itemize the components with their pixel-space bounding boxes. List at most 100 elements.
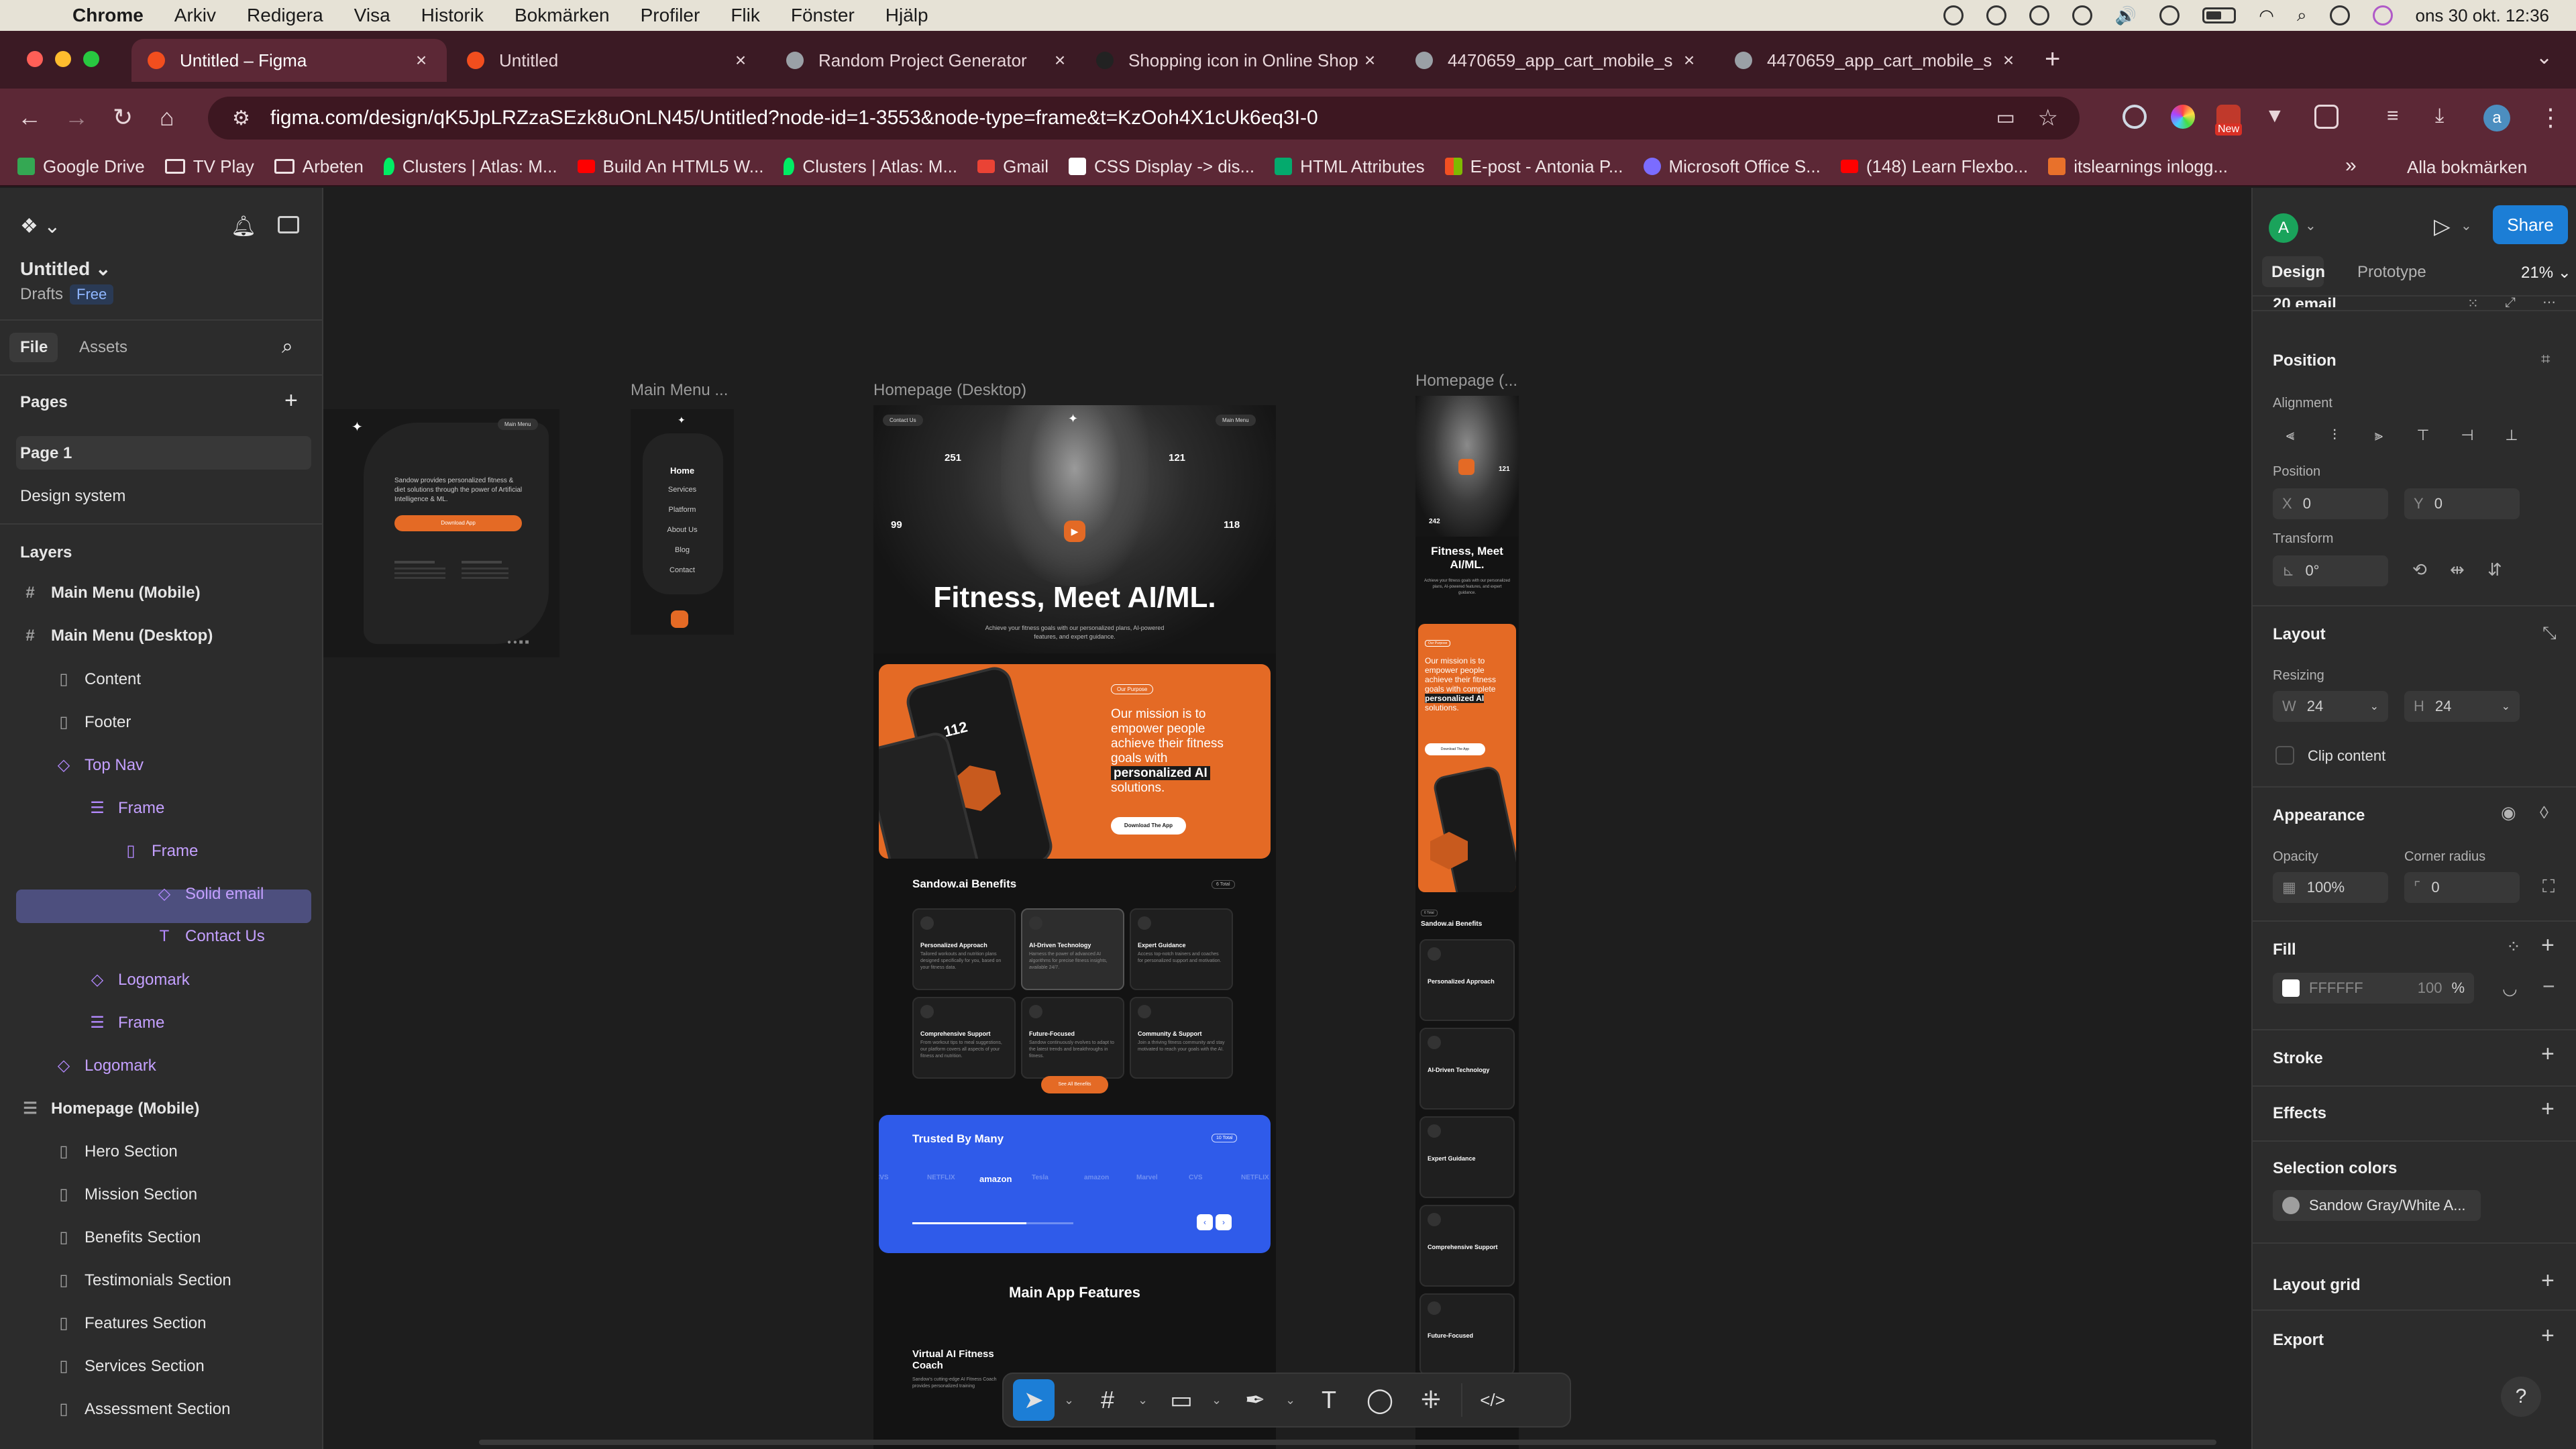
menu-arkiv[interactable]: Arkiv bbox=[174, 5, 216, 26]
corner-radius-field[interactable]: ⌜ 0 bbox=[2404, 872, 2520, 903]
x-position-field[interactable]: X0 bbox=[2273, 488, 2388, 519]
layer-row[interactable]: ▯ Services Section bbox=[54, 1356, 204, 1376]
design-canvas[interactable]: ✦ Main Menu Sandow provides personalized… bbox=[323, 188, 2251, 1449]
frame-label-homepage-desktop[interactable]: Homepage (Desktop) bbox=[873, 381, 1026, 400]
extension-circle-icon[interactable] bbox=[2123, 105, 2147, 129]
extension-v-icon[interactable]: ▼ bbox=[2265, 105, 2289, 129]
blend-mode-drop-icon[interactable]: ◊ bbox=[2540, 802, 2548, 823]
add-effect-plus-icon[interactable]: + bbox=[2541, 1096, 2555, 1122]
layer-row[interactable]: ▯ Mission Section bbox=[54, 1185, 197, 1204]
visibility-eye-icon[interactable]: ◉ bbox=[2501, 802, 2516, 823]
layer-row[interactable]: ▯ Features Section bbox=[54, 1313, 206, 1333]
frame-main-menu-mobile[interactable]: Home Services Platform About Us Blog Con… bbox=[631, 409, 734, 635]
layer-row[interactable]: ◇ Solid email bbox=[154, 884, 264, 904]
all-bookmarks-button[interactable]: Alla bokmärken bbox=[2407, 157, 2527, 178]
weather-icon[interactable] bbox=[2029, 5, 2049, 25]
frame-label-main-menu-mobile[interactable]: Main Menu ... bbox=[631, 381, 728, 400]
address-bar[interactable]: ⚙ figma.com/design/qK5JpLRZzaSEzk8uOnLN4… bbox=[208, 97, 2080, 140]
fill-swatch[interactable] bbox=[2282, 979, 2300, 997]
share-button[interactable]: Share bbox=[2493, 205, 2568, 244]
benefit-card[interactable]: Community & Support Join a thriving fitne… bbox=[1130, 997, 1233, 1079]
align-right-icon[interactable]: ⫸ bbox=[2361, 420, 2396, 451]
tab-close-icon[interactable]: × bbox=[731, 50, 750, 71]
site-settings-icon[interactable]: ⚙ bbox=[232, 107, 250, 130]
independent-corners-icon[interactable]: ⛶ bbox=[2542, 876, 2555, 898]
move-tool-chevron-icon[interactable]: ⌄ bbox=[1064, 1393, 1077, 1407]
comment-tool-icon[interactable]: ◯ bbox=[1359, 1379, 1401, 1421]
tab-close-icon[interactable]: × bbox=[412, 50, 431, 71]
tab-close-icon[interactable]: × bbox=[1051, 50, 1069, 71]
control-center-icon[interactable] bbox=[2329, 5, 2350, 25]
align-center-h-icon[interactable]: ⫶ bbox=[2317, 420, 2352, 451]
layer-row[interactable]: ▯ Frame bbox=[121, 841, 198, 861]
main-menu-pill[interactable]: Main Menu bbox=[498, 419, 538, 430]
profile-avatar[interactable]: a bbox=[2483, 105, 2510, 131]
layer-row[interactable]: ◇ Top Nav bbox=[54, 755, 144, 775]
help-question-icon[interactable]: ? bbox=[2501, 1377, 2541, 1417]
bookmark-item[interactable]: TV Play bbox=[164, 156, 254, 177]
spotlight-search-icon[interactable]: ⌕ bbox=[2297, 5, 2307, 26]
bookmark-item[interactable]: (148) Learn Flexbo... bbox=[1840, 156, 2028, 177]
download-the-app-button[interactable]: Download The App bbox=[1111, 817, 1186, 835]
fill-visibility-icon[interactable]: ◡ bbox=[2502, 978, 2518, 999]
menu-redigera[interactable]: Redigera bbox=[247, 5, 323, 26]
add-fill-plus-icon[interactable]: + bbox=[2541, 932, 2555, 959]
shape-tool-chevron-icon[interactable]: ⌄ bbox=[1212, 1393, 1225, 1407]
download-icon[interactable]: ⤓ bbox=[2435, 105, 2459, 129]
add-page-plus-icon[interactable]: + bbox=[284, 388, 298, 414]
benefit-card[interactable]: AI-Driven Technology Harness the power of… bbox=[1021, 908, 1124, 990]
bookmark-item[interactable]: Gmail bbox=[977, 156, 1049, 177]
main-menu-pill[interactable]: Main Menu bbox=[1216, 415, 1256, 426]
clip-content-checkbox[interactable] bbox=[2275, 746, 2294, 765]
layer-row[interactable]: ▯ Hero Section bbox=[54, 1142, 177, 1161]
layer-row[interactable]: T Contact Us bbox=[154, 927, 265, 946]
contact-us-pill[interactable]: Contact Us bbox=[883, 415, 923, 426]
frame-homepage-desktop[interactable]: Contact Us ✦ Main Menu 251 121 99 118 ▶ … bbox=[873, 405, 1276, 1449]
chrome-menu-icon[interactable]: ⋮ bbox=[2538, 103, 2563, 131]
zoom-level[interactable]: 21% ⌄ bbox=[2521, 263, 2571, 282]
add-export-plus-icon[interactable]: + bbox=[2541, 1323, 2555, 1349]
height-mode-chevron-icon[interactable]: ⌄ bbox=[2502, 700, 2510, 713]
menu-historik[interactable]: Historik bbox=[421, 5, 484, 26]
browser-tab[interactable]: 4470659_app_cart_mobile_s × bbox=[1719, 39, 2034, 82]
battery-icon[interactable] bbox=[2202, 7, 2237, 23]
new-tab-plus-icon[interactable]: + bbox=[2045, 44, 2060, 74]
canvas-horizontal-scrollbar[interactable] bbox=[479, 1440, 2216, 1445]
layer-row[interactable]: ▯ Assessment Section bbox=[54, 1399, 230, 1419]
frame-homepage-mobile[interactable]: 242 121 Fitness, Meet AI/ML. Achieve you… bbox=[1415, 396, 1519, 1449]
user-avatar[interactable]: A bbox=[2269, 213, 2298, 243]
mobile-menu-item-platform[interactable]: Platform bbox=[631, 506, 734, 514]
window-minimize-button[interactable] bbox=[55, 51, 71, 67]
benefit-card[interactable]: Expert Guidance Access top-notch trainers… bbox=[1130, 908, 1233, 990]
layer-row[interactable]: ◇ Logomark bbox=[54, 1056, 156, 1075]
mobile-benefit-card[interactable]: Comprehensive Support bbox=[1419, 1205, 1515, 1287]
bookmark-item[interactable]: Clusters | Atlas: M... bbox=[383, 156, 557, 177]
figma-main-menu-icon[interactable]: ❖ ⌄ bbox=[20, 215, 60, 238]
creative-cloud-icon[interactable] bbox=[1943, 5, 1964, 25]
notifications-bell-icon[interactable]: 🔔︎ bbox=[231, 215, 256, 238]
chatgpt-icon[interactable] bbox=[1986, 5, 2006, 25]
bookmark-item[interactable]: E-post - Antonia P... bbox=[1444, 156, 1623, 177]
mobile-benefit-card[interactable]: AI-Driven Technology bbox=[1419, 1028, 1515, 1110]
window-zoom-button[interactable] bbox=[83, 51, 99, 67]
frame-main-menu-desktop[interactable]: ✦ Main Menu Sandow provides personalized… bbox=[323, 409, 559, 657]
mobile-menu-item-home[interactable]: Home bbox=[631, 466, 734, 476]
menu-hjalp[interactable]: Hjälp bbox=[885, 5, 928, 26]
menu-profiler[interactable]: Profiler bbox=[641, 5, 700, 26]
benefit-card[interactable]: Comprehensive Support From workout tips t… bbox=[912, 997, 1016, 1079]
tab-close-icon[interactable]: × bbox=[1999, 50, 2018, 71]
rotate-90-icon[interactable]: ⟲ bbox=[2412, 559, 2427, 580]
rectangle-tool-icon[interactable]: ▭ bbox=[1161, 1379, 1202, 1421]
mobile-menu-item-contact[interactable]: Contact bbox=[631, 566, 734, 574]
tab-close-icon[interactable]: × bbox=[1680, 50, 1699, 71]
avatar-chevron-icon[interactable]: ⌄ bbox=[2305, 217, 2316, 234]
mobile-benefit-card[interactable]: Expert Guidance bbox=[1419, 1116, 1515, 1198]
bookmark-item[interactable]: HTML Attributes bbox=[1275, 156, 1425, 177]
layer-row[interactable]: ▯ Benefits Section bbox=[54, 1228, 201, 1247]
add-stroke-plus-icon[interactable]: + bbox=[2541, 1041, 2555, 1067]
flip-horizontal-icon[interactable]: ⇹ bbox=[2450, 559, 2465, 580]
browser-tab[interactable]: Shopping icon in Online Shop × bbox=[1080, 39, 1395, 82]
file-name-title[interactable]: Untitled ⌄ bbox=[20, 258, 111, 280]
menu-bokmarken[interactable]: Bokmärken bbox=[515, 5, 610, 26]
frame-label-homepage-mobile[interactable]: Homepage (... bbox=[1415, 372, 1517, 390]
